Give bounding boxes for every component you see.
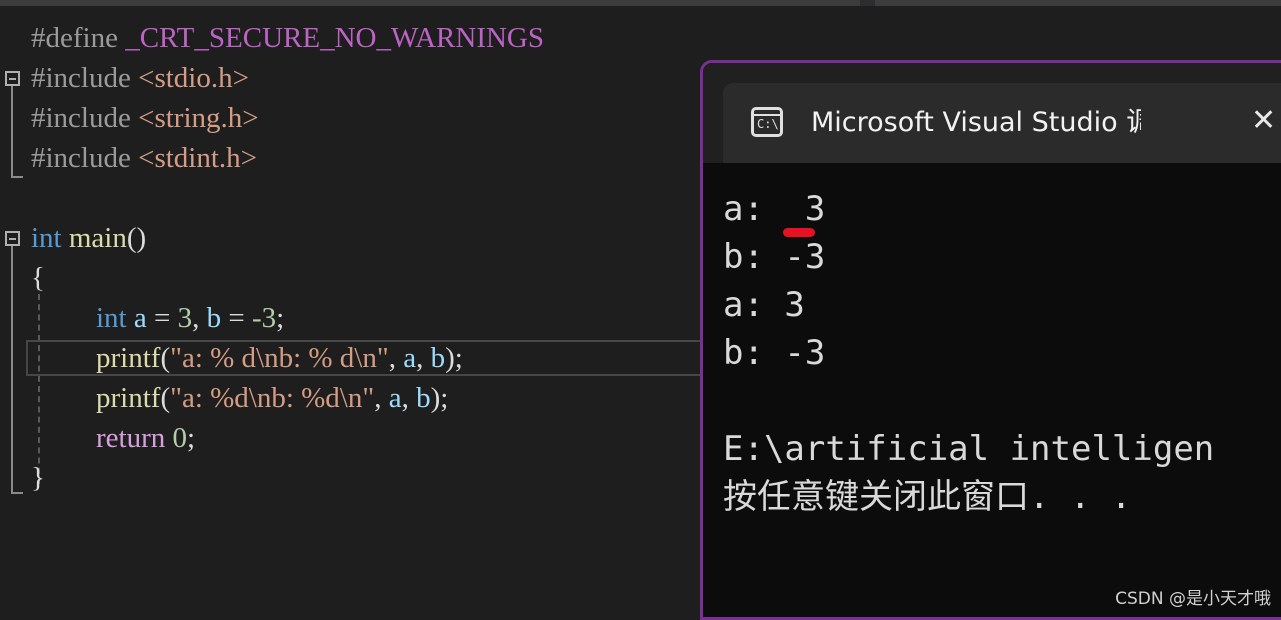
fold-guide-line	[11, 86, 13, 178]
console-tab[interactable]: C:\ Microsoft Visual Studio 调试控制台 ✕	[723, 83, 1281, 163]
type-keyword: int	[96, 302, 127, 334]
include-header: <string.h>	[138, 102, 259, 134]
code-line-12[interactable]: }	[31, 458, 45, 498]
terminal-icon-label: C:\	[757, 117, 779, 131]
output-line-1: a: 3	[723, 189, 826, 229]
output-line-path: E:\artificial intelligen	[723, 429, 1215, 469]
operator: =	[221, 302, 252, 334]
comma: ,	[416, 342, 431, 374]
close-icon[interactable]: ✕	[1251, 101, 1276, 141]
terminal-icon: C:\	[751, 107, 783, 137]
console-tab-strip: C:\ Microsoft Visual Studio 调试控制台 ✕	[703, 63, 1281, 163]
output-line-press-key: 按任意键关闭此窗口. . .	[723, 477, 1132, 517]
variable-a: a	[133, 302, 147, 334]
editor-top-bar	[0, 0, 1281, 6]
include-directive: #include	[31, 62, 131, 94]
output-line-2: b: -3	[723, 237, 826, 277]
fold-collapse-icon[interactable]	[5, 231, 20, 246]
console-tab-title: Microsoft Visual Studio 调试控制台	[811, 107, 1141, 138]
code-line-7[interactable]: {	[31, 258, 45, 298]
code-line-9[interactable]: printf("a: % d\nb: % d\n", a, b);	[96, 338, 463, 378]
semicolon: ;	[187, 422, 196, 454]
code-line-8[interactable]: int a = 3, b = -3;	[96, 298, 284, 338]
indent-guide	[38, 294, 40, 484]
format-string: "a: % d\nb: % d\n"	[170, 342, 389, 374]
debug-console-window[interactable]: C:\ Microsoft Visual Studio 调试控制台 ✕ a: 3…	[700, 60, 1281, 620]
top-bar-segment	[875, 0, 1281, 6]
operator: =	[146, 302, 178, 334]
paren: ()	[126, 222, 147, 254]
number-literal: 0	[165, 422, 188, 454]
function-name: main	[68, 222, 127, 254]
include-header: <stdint.h>	[138, 142, 258, 174]
output-line-3: a: 3	[723, 285, 805, 325]
argument-b: b	[430, 342, 446, 374]
top-bar-segment	[0, 0, 860, 6]
code-line-10[interactable]: printf("a: %d\nb: %d\n", a, b);	[96, 378, 448, 418]
number-literal: 3	[177, 302, 193, 334]
argument-a: a	[403, 342, 417, 374]
output-line-4: b: -3	[723, 333, 826, 373]
argument-a: a	[388, 382, 402, 414]
paren-semicolon: );	[445, 342, 463, 374]
function-call-printf: printf	[96, 382, 161, 414]
format-string: "a: %d\nb: %d\n"	[170, 382, 375, 414]
include-directive: #include	[31, 142, 131, 174]
comma: ,	[401, 382, 417, 414]
function-call-printf: printf	[96, 342, 161, 374]
comma: ,	[192, 302, 207, 334]
paren: (	[160, 382, 171, 414]
define-directive: #define	[31, 22, 118, 54]
paren: (	[160, 342, 171, 374]
fold-guide-end	[11, 176, 23, 178]
code-line-2[interactable]: #include <stdio.h>	[31, 58, 249, 98]
code-line-3[interactable]: #include <string.h>	[31, 98, 259, 138]
type-keyword: int	[31, 222, 62, 254]
comma: ,	[374, 382, 389, 414]
include-directive: #include	[31, 102, 131, 134]
csdn-watermark: CSDN @是小天才哦	[1115, 589, 1271, 609]
include-header: <stdio.h>	[138, 62, 249, 94]
fold-collapse-icon[interactable]	[5, 71, 20, 86]
close-brace: }	[31, 462, 45, 494]
semicolon: ;	[276, 302, 285, 334]
paren-semicolon: );	[430, 382, 449, 414]
number-literal: -3	[251, 302, 277, 334]
code-line-1[interactable]: #define _CRT_SECURE_NO_WARNINGS	[31, 18, 544, 58]
return-keyword: return	[96, 422, 166, 454]
macro-name: _CRT_SECURE_NO_WARNINGS	[125, 22, 545, 54]
comma: ,	[388, 342, 404, 374]
argument-b: b	[416, 382, 431, 414]
code-line-4[interactable]: #include <stdint.h>	[31, 138, 257, 178]
fold-guide-end	[11, 492, 23, 494]
code-line-6[interactable]: int main()	[31, 218, 146, 258]
code-editor[interactable]: #define _CRT_SECURE_NO_WARNINGS #include…	[0, 10, 706, 606]
open-brace: {	[31, 262, 45, 294]
fold-guide-line	[11, 246, 13, 494]
code-line-11[interactable]: return 0;	[96, 418, 195, 458]
variable-b: b	[206, 302, 222, 334]
